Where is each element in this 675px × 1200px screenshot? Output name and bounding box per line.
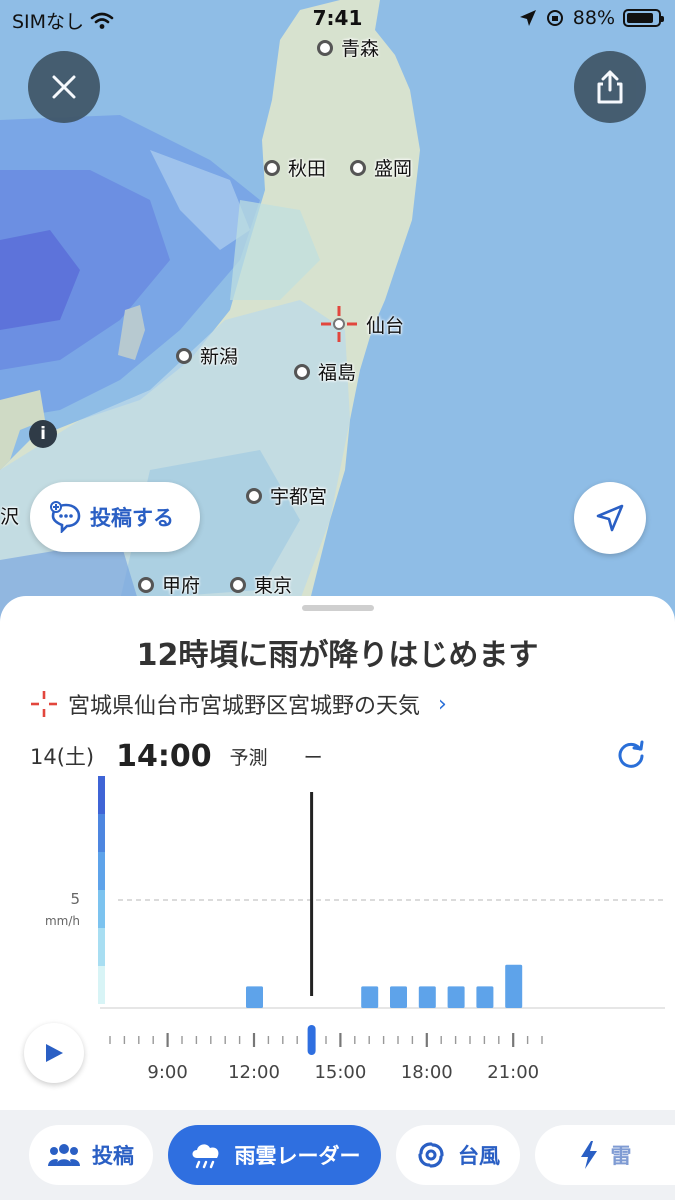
rain-forecast-headline: 12時頃に雨が降りはじめます (136, 638, 539, 673)
intensity-scale-segment (98, 776, 105, 814)
intensity-scale-segment (98, 966, 105, 1004)
close-icon (52, 75, 76, 99)
x-axis-tick-label: 9:00 (147, 1062, 187, 1083)
rotation-lock-icon (546, 10, 563, 26)
current-location-marker[interactable]: 仙台 (320, 305, 404, 343)
sheet-grabber[interactable] (302, 605, 374, 611)
play-button[interactable] (24, 1023, 84, 1083)
tab-posts-label: 投稿 (92, 1144, 134, 1168)
status-bar: SIMなし 7:41 88% (0, 0, 675, 38)
x-axis-tick-label: 15:00 (314, 1062, 366, 1083)
forecast-kind-label: 予測 (229, 746, 268, 769)
city-dot-icon (246, 487, 262, 504)
time-label: 14:00 (116, 738, 212, 774)
rain-bar (246, 986, 263, 1008)
city-dot-icon (138, 576, 154, 593)
rain-bar (390, 986, 407, 1008)
share-button[interactable] (574, 51, 646, 123)
rain-bar (418, 986, 436, 1008)
intensity-scale-segment (98, 852, 105, 890)
tab-thunder-label: 雷 (610, 1144, 632, 1168)
city-dot-icon (350, 159, 366, 176)
city-marker[interactable]: 宇都宮 (246, 482, 327, 509)
date-label: 14(土) (30, 745, 95, 769)
city-label-partial: 沢 (0, 506, 20, 528)
tab-posts[interactable]: 投稿 (29, 1125, 153, 1185)
battery-percent: 88% (572, 7, 615, 29)
city-marker[interactable]: 秋田 (264, 154, 326, 181)
x-axis-tick-label: 18:00 (401, 1062, 453, 1083)
x-axis-tick-label: 12:00 (228, 1062, 280, 1083)
rain-bar (361, 986, 379, 1008)
city-marker[interactable]: 盛岡 (350, 154, 412, 181)
lightning-icon (580, 1141, 597, 1169)
locate-button[interactable] (574, 482, 646, 554)
typhoon-icon (418, 1142, 444, 1168)
battery-icon (623, 9, 664, 27)
battery-fill (627, 13, 653, 23)
post-button[interactable]: 投稿する (30, 482, 200, 552)
navigation-arrow-icon (596, 504, 624, 532)
close-button[interactable] (28, 51, 100, 123)
tab-rain-radar-label: 雨雲レーダー (234, 1144, 361, 1168)
location-arrow-icon (519, 10, 536, 26)
play-icon (46, 1044, 63, 1062)
share-icon (597, 70, 623, 104)
city-marker[interactable]: 福島 (294, 358, 356, 385)
tab-typhoon[interactable]: 台風 (396, 1125, 520, 1185)
people-icon (48, 1144, 80, 1166)
intensity-scale-segment (98, 814, 105, 852)
city-dot-icon (317, 39, 333, 56)
rainfall-chart-svg: 5 mm/h 9:00 12:00 15:00 18:00 21:00 (45, 776, 665, 1083)
intensity-scale-segment (98, 928, 105, 966)
rain-bar (505, 964, 523, 1008)
location-name: 宮城県仙台市宮城野区宮城野の天気 (68, 694, 421, 719)
bottom-tab-bar: 投稿 雨雲レーダー 台風 雷 (0, 1110, 675, 1200)
x-axis-tick-label: 21:00 (487, 1062, 539, 1083)
status-right: 88% (519, 7, 664, 29)
city-marker[interactable]: 青森 (317, 34, 379, 61)
city-dot-icon (230, 576, 246, 593)
city-dot-icon (176, 347, 192, 364)
refresh-icon[interactable] (616, 740, 646, 770)
post-button-label: 投稿する (90, 506, 174, 530)
post-bubble-icon (50, 501, 81, 533)
city-dot-icon (294, 363, 310, 380)
time-readout: 14(土) 14:00 予測 ー (30, 736, 650, 776)
location-link[interactable]: 宮城県仙台市宮城野区宮城野の天気 › (30, 688, 447, 720)
y-axis-unit: mm/h (45, 914, 80, 928)
rain-bar (447, 986, 465, 1008)
city-dot-icon (264, 159, 280, 176)
tab-thunder[interactable]: 雷 (535, 1125, 675, 1185)
tab-rain-radar[interactable]: 雨雲レーダー (168, 1125, 381, 1185)
rain-bar (476, 986, 494, 1008)
intensity-scale-segment (98, 890, 105, 928)
crosshair-icon (321, 306, 357, 342)
y-axis-value: 5 (70, 890, 80, 908)
rainfall-value: ー (303, 746, 323, 769)
city-marker[interactable]: 新潟 (176, 342, 238, 369)
city-marker[interactable]: 甲府 (138, 571, 200, 598)
rain-cloud-icon (192, 1144, 218, 1169)
timeline-thumb (307, 1025, 316, 1055)
rainfall-chart[interactable]: 5 mm/h 9:00 12:00 15:00 18:00 21:00 (0, 776, 675, 1096)
tab-typhoon-label: 台風 (458, 1144, 500, 1168)
crosshair-icon (31, 691, 57, 717)
chevron-right-icon: › (438, 691, 447, 717)
info-icon[interactable]: i (29, 420, 57, 448)
city-marker[interactable]: 東京 (230, 571, 292, 598)
